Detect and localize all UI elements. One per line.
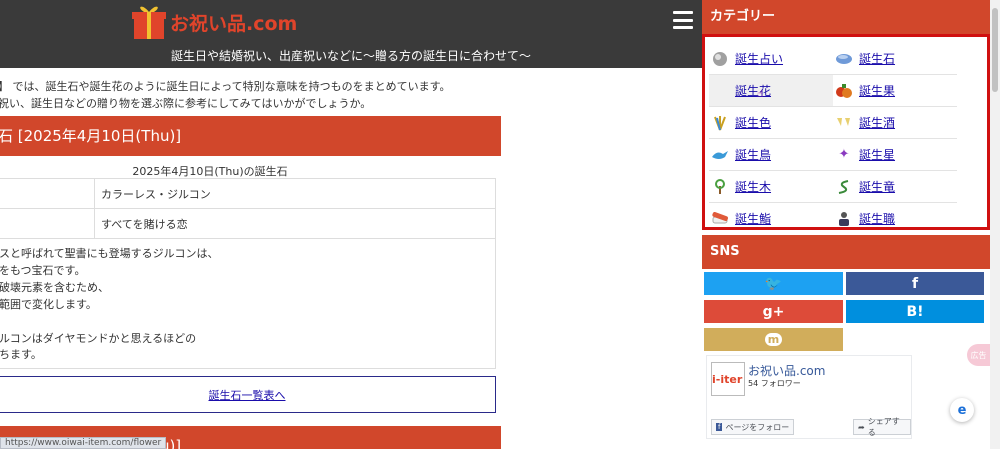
table-cell: すべてを賭ける恋	[94, 208, 496, 239]
facebook-page-card: i-iter お祝い品.com 54 フォロワー f ページをフォロー ➦ シェアす…	[706, 355, 912, 439]
share-button[interactable]: ➦ シェアする	[853, 417, 911, 437]
birthstone-table: カラーレス・ジルコン すべてを賭ける恋	[0, 178, 496, 239]
status-url: https://www.oiwai-item.com/flower	[0, 437, 167, 449]
table-caption: 2025年4月10日(Thu)の誕生石	[132, 165, 288, 178]
category-link[interactable]: 誕生鮨	[735, 210, 771, 227]
category-link[interactable]: 誕生花	[735, 82, 771, 99]
facebook-icon: f	[911, 275, 919, 292]
description-line: 範囲で変化します。	[0, 297, 97, 311]
category-link[interactable]: 誕生占い	[735, 50, 783, 67]
chat-float-button[interactable]: e	[950, 398, 974, 422]
description-line: ルコンはダイヤモンドかと思えるほどの	[0, 331, 197, 345]
category-item[interactable]: 誕生花 ☝	[709, 75, 833, 107]
hatena-icon: B!	[906, 303, 924, 320]
category-item[interactable]: 誕生果	[833, 75, 957, 107]
page-title-link[interactable]: お祝い品.com	[748, 362, 825, 379]
intro-line: 】 では、誕生石や誕生花のように誕生日によって特別な意味を持つものをまとめていま…	[0, 80, 451, 93]
description-line: ちます。	[0, 348, 42, 362]
page-logo[interactable]: i-iter	[711, 362, 745, 396]
google-plus-button[interactable]: g+	[704, 300, 843, 323]
category-box: 誕生占い 誕生石 誕生花 ☝ 誕生果 誕生色 誕生酒 誕生鳥 ✦ 誕生星 誕生木 誕…	[702, 34, 990, 230]
intro-text: 】 では、誕生石や誕生花のように誕生日によって特別な意味を持つものをまとめていま…	[0, 78, 451, 112]
category-item[interactable]: ✦ 誕生星	[833, 139, 957, 171]
site-header: お祝い品.com 誕生日や結婚祝い、出産祝いなどに〜贈る方の誕生日に合わせて〜	[0, 0, 702, 68]
facebook-button[interactable]: f	[846, 272, 984, 295]
sidebar: カテゴリー 誕生占い 誕生石 誕生花 ☝ 誕生果 誕生色 誕生酒 誕生鳥 ✦ 誕生星…	[702, 0, 1000, 449]
birthstone-list-link[interactable]: 誕生石一覧表へ	[209, 387, 286, 403]
category-grid: 誕生占い 誕生石 誕生花 ☝ 誕生果 誕生色 誕生酒 誕生鳥 ✦ 誕生星 誕生木 誕…	[709, 43, 959, 228]
scrollbar[interactable]	[990, 0, 1000, 449]
category-item[interactable]: 誕生職	[833, 203, 957, 228]
table-cell	[0, 208, 95, 239]
description-box: スと呼ばれて聖書にも登場するジルコンは、 をもつ宝石です。 破壊元素を含むため、…	[0, 238, 496, 369]
main-content: 】 では、誕生石や誕生花のように誕生日によって特別な意味を持つものをまとめていま…	[0, 68, 702, 449]
category-item[interactable]: 誕生木	[709, 171, 833, 203]
follow-label: ページをフォロー	[725, 422, 790, 432]
description-line: をもつ宝石です。	[0, 263, 86, 277]
site-tagline: 誕生日や結婚祝い、出産祝いなどに〜贈る方の誕生日に合わせて〜	[170, 49, 531, 63]
gift-box-icon	[132, 6, 166, 39]
category-link[interactable]: 誕生酒	[859, 114, 895, 131]
mixi-icon: m	[764, 333, 783, 346]
table-row: カラーレス・ジルコン	[0, 178, 496, 209]
follow-page-button[interactable]: f ページをフォロー	[711, 419, 795, 435]
section-title: 石 [2025年4月10日(Thu)]	[0, 116, 501, 156]
twitter-button[interactable]: 🐦	[704, 272, 843, 295]
description-line: スと呼ばれて聖書にも登場するジルコンは、	[0, 247, 219, 260]
category-item[interactable]: 誕生色	[709, 107, 833, 139]
category-link[interactable]: 誕生果	[859, 82, 895, 99]
flower-icon	[711, 82, 729, 100]
logo-text: お祝い品.com	[170, 12, 298, 35]
category-link[interactable]: 誕生石	[859, 50, 895, 67]
table-cell	[0, 178, 95, 209]
ad-float-tab[interactable]: 広告	[967, 344, 990, 366]
share-label: シェアする	[867, 417, 900, 437]
bird-icon	[711, 146, 729, 164]
category-link[interactable]: 誕生鳥	[735, 146, 771, 163]
sushi-icon	[711, 210, 729, 228]
tree-icon	[711, 178, 729, 196]
follower-count: 54 フォロワー	[748, 379, 801, 388]
fruit-icon	[835, 82, 853, 100]
category-link[interactable]: 誕生木	[735, 178, 771, 195]
category-item[interactable]: 誕生鳥	[709, 139, 833, 171]
table-cell: カラーレス・ジルコン	[94, 178, 496, 209]
facebook-small-icon: f	[716, 423, 723, 431]
crystal-ball-icon	[711, 50, 729, 68]
category-heading: カテゴリー	[702, 0, 990, 34]
intro-line: 祝い、誕生日などの贈り物を選ぶ際に参考にしてみてはいかがでしょうか。	[0, 97, 372, 110]
category-item[interactable]: 誕生酒	[833, 107, 957, 139]
twitter-icon: 🐦	[764, 275, 783, 292]
category-item[interactable]: 誕生竜	[833, 171, 957, 203]
scrollbar-thumb[interactable]	[992, 8, 998, 92]
table-row: すべてを賭ける恋	[0, 208, 496, 239]
glass-icon	[835, 114, 853, 132]
share-icon: ➦	[858, 422, 865, 432]
star-icon: ✦	[838, 147, 850, 162]
category-link[interactable]: 誕生職	[859, 210, 895, 227]
list-link-box: 誕生石一覧表へ	[0, 376, 496, 413]
dragon-icon	[835, 178, 853, 196]
gem-icon	[835, 50, 853, 68]
google-plus-icon: g+	[762, 303, 785, 320]
category-link[interactable]: 誕生星	[859, 146, 895, 163]
category-link[interactable]: 誕生竜	[859, 178, 895, 195]
site-logo[interactable]: お祝い品.com	[132, 2, 297, 42]
category-item[interactable]: 誕生鮨	[709, 203, 833, 228]
description-line: 破壊元素を含むため、	[0, 280, 109, 294]
menu-icon[interactable]	[673, 11, 693, 29]
category-item[interactable]: 誕生石	[833, 43, 957, 75]
category-item[interactable]: 誕生占い	[709, 43, 833, 75]
sns-heading: SNS	[702, 235, 990, 269]
mixi-button[interactable]: m	[704, 328, 843, 351]
hatena-button[interactable]: B!	[846, 300, 984, 323]
description-line	[0, 314, 495, 331]
pointer-cursor-icon: ☝	[757, 89, 764, 100]
job-icon	[835, 210, 853, 228]
category-link[interactable]: 誕生色	[735, 114, 771, 131]
color-icon	[711, 114, 729, 132]
